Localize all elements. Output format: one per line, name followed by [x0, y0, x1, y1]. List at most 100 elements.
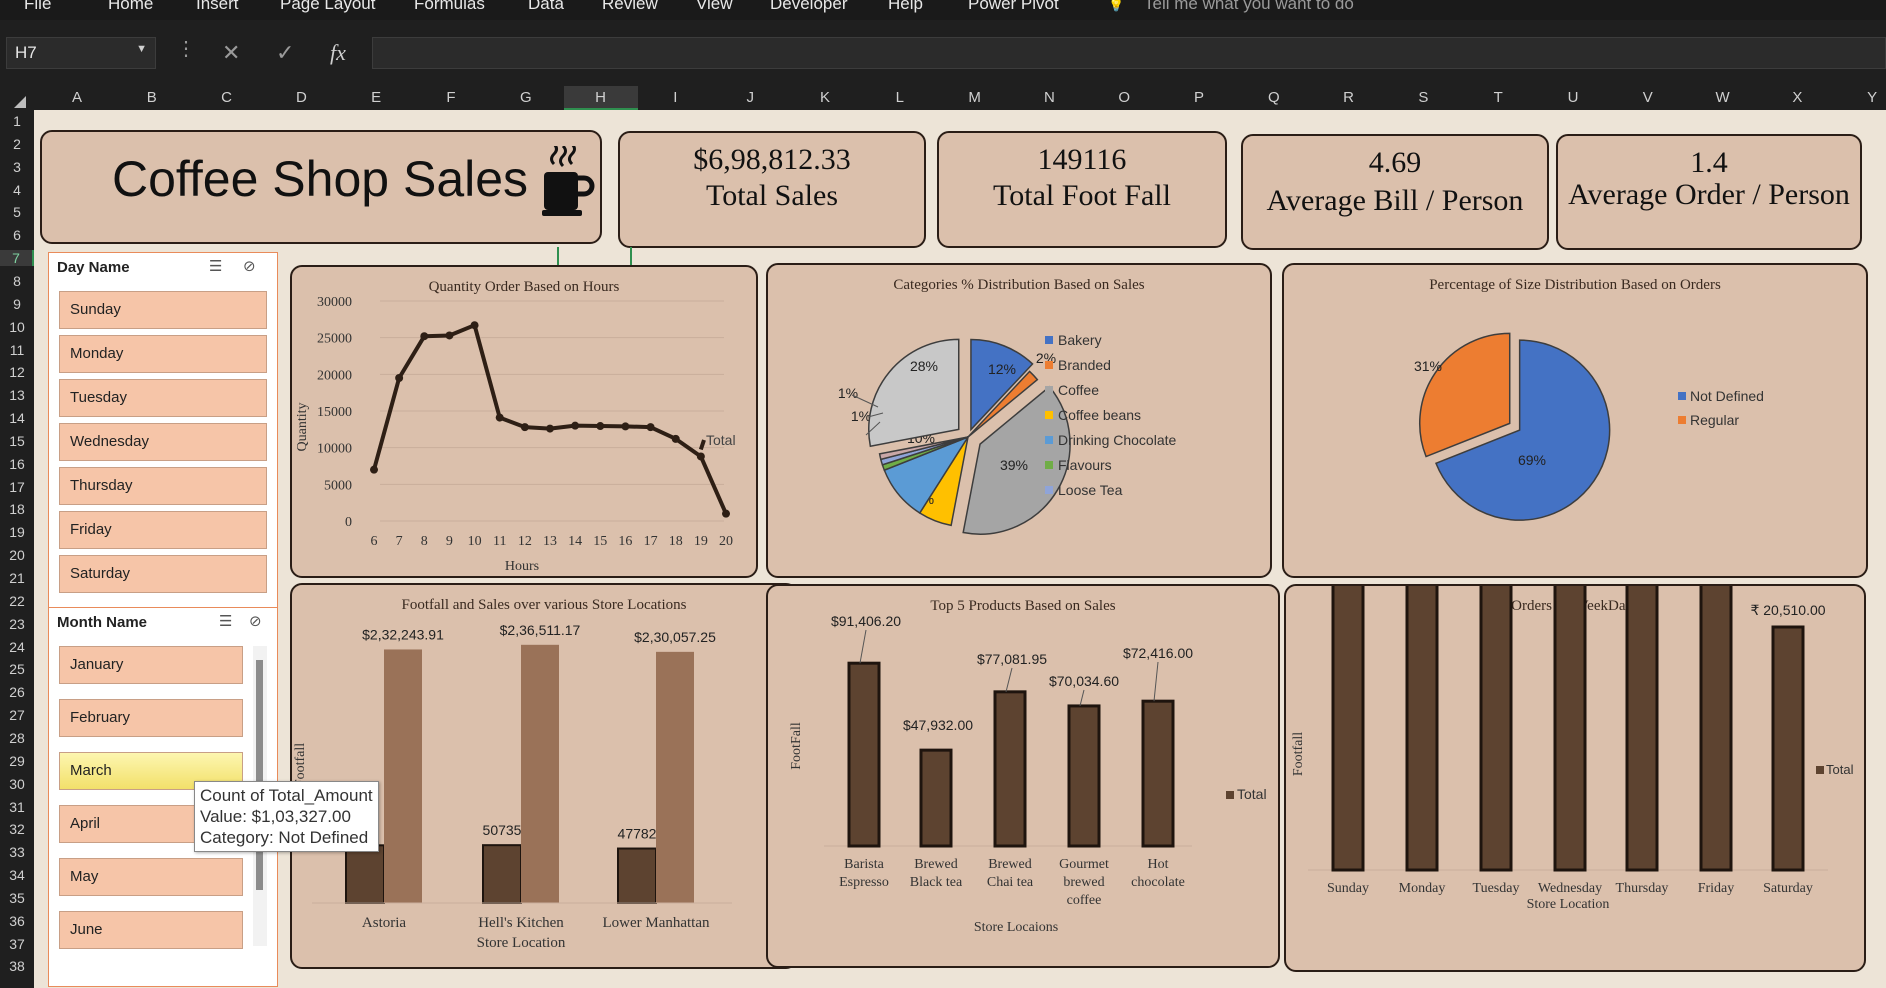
column-header-d[interactable]: D [264, 89, 338, 106]
weekday-bar[interactable] [1331, 586, 1365, 872]
month-slicer-item-february[interactable]: February [59, 699, 243, 737]
ribbon-tab-view[interactable]: View [696, 0, 733, 14]
clear-filter-icon[interactable]: ⊘ [249, 612, 262, 630]
day-slicer-item-sunday[interactable]: Sunday [59, 291, 267, 329]
row-header-16[interactable]: 16 [0, 456, 34, 472]
ribbon-tab-home[interactable]: Home [108, 0, 153, 14]
data-point[interactable] [671, 434, 680, 443]
column-header-v[interactable]: V [1611, 89, 1685, 106]
weekday-bar[interactable] [1771, 625, 1805, 872]
row-header-26[interactable]: 26 [0, 684, 34, 700]
sales-bar[interactable] [656, 651, 694, 903]
ribbon-tab-developer[interactable]: Developer [770, 0, 848, 14]
formula-input[interactable] [372, 37, 1886, 69]
row-header-3[interactable]: 3 [0, 159, 34, 175]
data-point[interactable] [621, 422, 630, 431]
column-header-c[interactable]: C [190, 89, 264, 106]
row-header-37[interactable]: 37 [0, 936, 34, 952]
data-point[interactable] [420, 332, 429, 341]
column-header-u[interactable]: U [1536, 89, 1610, 106]
data-point[interactable] [370, 465, 378, 474]
product-bar[interactable] [1067, 704, 1101, 848]
more-options-icon[interactable]: ⋮ [176, 36, 196, 61]
data-point[interactable] [696, 452, 705, 461]
column-header-i[interactable]: I [638, 89, 712, 106]
column-header-h[interactable]: H [563, 86, 638, 110]
column-header-q[interactable]: Q [1237, 89, 1311, 106]
weekday-bar[interactable] [1479, 586, 1513, 872]
clear-filter-icon[interactable]: ⊘ [243, 257, 256, 275]
ribbon-tab-help[interactable]: Help [888, 0, 923, 14]
row-header-36[interactable]: 36 [0, 913, 34, 929]
row-header-13[interactable]: 13 [0, 387, 34, 403]
data-point[interactable] [470, 321, 479, 330]
data-point[interactable] [571, 421, 580, 430]
row-header-8[interactable]: 8 [0, 273, 34, 289]
weekday-bar[interactable] [1553, 586, 1587, 872]
column-header-n[interactable]: N [1012, 89, 1086, 106]
column-header-x[interactable]: X [1760, 89, 1834, 106]
row-header-11[interactable]: 11 [0, 342, 34, 358]
data-point[interactable] [520, 423, 529, 432]
column-header-f[interactable]: F [414, 89, 488, 106]
footfall-bar[interactable] [482, 844, 522, 905]
row-header-5[interactable]: 5 [0, 204, 34, 220]
row-header-22[interactable]: 22 [0, 593, 34, 609]
cancel-icon[interactable]: ✕ [222, 40, 240, 66]
column-header-g[interactable]: G [489, 89, 563, 106]
column-header-w[interactable]: W [1686, 89, 1760, 106]
product-bar[interactable] [847, 661, 881, 848]
row-header-2[interactable]: 2 [0, 136, 34, 152]
column-header-k[interactable]: K [788, 89, 862, 106]
scrollbar-thumb[interactable] [256, 660, 263, 890]
month-slicer-item-june[interactable]: June [59, 911, 243, 949]
row-header-34[interactable]: 34 [0, 867, 34, 883]
sales-bar[interactable] [384, 649, 422, 903]
data-point[interactable] [495, 413, 504, 422]
column-header-b[interactable]: B [115, 89, 189, 106]
data-point[interactable] [445, 331, 454, 340]
ribbon-tab-power-pivot[interactable]: Power Pivot [968, 0, 1059, 14]
column-header-a[interactable]: A [40, 89, 114, 106]
row-header-20[interactable]: 20 [0, 547, 34, 563]
row-header-10[interactable]: 10 [0, 319, 34, 335]
column-header-e[interactable]: E [339, 89, 413, 106]
row-header-28[interactable]: 28 [0, 730, 34, 746]
ribbon-tab-page-layout[interactable]: Page Layout [280, 0, 375, 14]
row-header-30[interactable]: 30 [0, 776, 34, 792]
row-header-17[interactable]: 17 [0, 479, 34, 495]
data-point[interactable] [395, 374, 404, 382]
row-header-33[interactable]: 33 [0, 844, 34, 860]
column-header-s[interactable]: S [1386, 89, 1460, 106]
line-series-total[interactable] [372, 323, 728, 515]
multi-select-icon[interactable]: ☰ [209, 257, 222, 275]
pie-slice[interactable] [1419, 332, 1511, 458]
chevron-down-icon[interactable]: ▼ [136, 43, 147, 55]
product-bar[interactable] [919, 748, 953, 848]
data-point[interactable] [596, 422, 605, 431]
row-header-9[interactable]: 9 [0, 296, 34, 312]
ribbon-tab-review[interactable]: Review [602, 0, 658, 14]
multi-select-icon[interactable]: ☰ [219, 612, 232, 630]
day-slicer-item-monday[interactable]: Monday [59, 335, 267, 373]
day-slicer-item-thursday[interactable]: Thursday [59, 467, 267, 505]
row-header-15[interactable]: 15 [0, 433, 34, 449]
day-slicer-item-saturday[interactable]: Saturday [59, 555, 267, 593]
column-header-r[interactable]: R [1312, 89, 1386, 106]
day-slicer-item-wednesday[interactable]: Wednesday [59, 423, 267, 461]
weekday-bar[interactable] [1699, 586, 1733, 872]
weekday-bar[interactable] [1625, 586, 1659, 872]
footfall-bar[interactable] [617, 847, 657, 905]
row-header-31[interactable]: 31 [0, 799, 34, 815]
product-bar[interactable] [1141, 699, 1175, 848]
column-header-y[interactable]: Y [1835, 89, 1886, 106]
row-header-14[interactable]: 14 [0, 410, 34, 426]
row-header-4[interactable]: 4 [0, 182, 34, 198]
enter-icon[interactable]: ✓ [276, 40, 294, 66]
name-box[interactable]: H7 ▼ [6, 37, 156, 69]
month-slicer-item-january[interactable]: January [59, 646, 243, 684]
weekday-bar[interactable] [1405, 586, 1439, 872]
column-header-o[interactable]: O [1087, 89, 1161, 106]
fx-icon[interactable]: fx [330, 40, 346, 66]
row-header-12[interactable]: 12 [0, 364, 34, 380]
